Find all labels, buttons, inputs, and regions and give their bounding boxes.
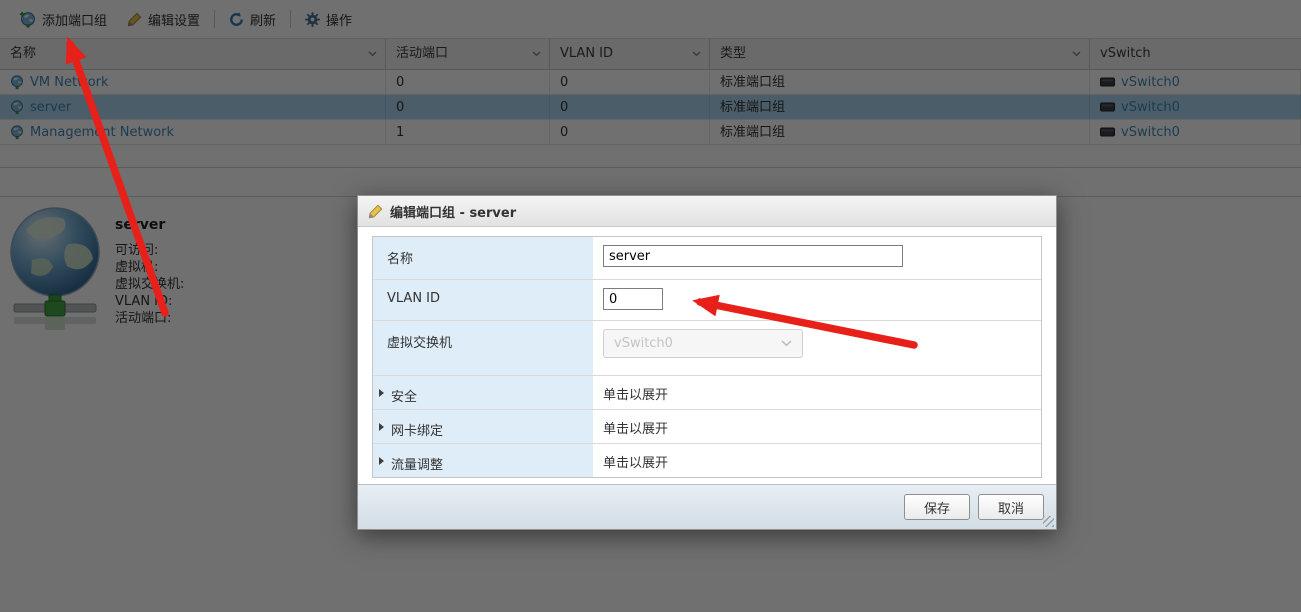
vswitch-field-row: 虚拟交换机 vSwitch0 (373, 321, 1041, 376)
edit-portgroup-dialog: 编辑端口组 - server 名称 VLAN ID 虚拟交换机 (357, 195, 1057, 530)
traffic-shaping-section-toggle[interactable]: 流量调整 (373, 444, 593, 477)
esxi-portgroups-page: 添加端口组 编辑设置 刷新 (0, 0, 1301, 612)
triangle-right-icon (379, 423, 384, 431)
section-label: 安全 (391, 386, 417, 405)
section-label: 流量调整 (391, 454, 443, 473)
name-field-row: 名称 (373, 237, 1041, 280)
chevron-down-icon (781, 340, 792, 347)
dialog-form: 名称 VLAN ID 虚拟交换机 vSwitch0 (372, 236, 1042, 478)
vswitch-field-label: 虚拟交换机 (373, 321, 593, 375)
triangle-right-icon (379, 389, 384, 397)
vlan-field-row: VLAN ID (373, 280, 1041, 321)
name-field-label: 名称 (373, 237, 593, 279)
pencil-icon (368, 204, 383, 219)
nic-teaming-expand-hint[interactable]: 单击以展开 (593, 410, 1041, 443)
save-button[interactable]: 保存 (904, 494, 970, 520)
vswitch-select-value: vSwitch0 (614, 336, 673, 351)
traffic-shaping-section-row: 流量调整 单击以展开 (373, 444, 1041, 477)
resize-grip[interactable] (1043, 516, 1054, 527)
vlan-field-label: VLAN ID (373, 280, 593, 320)
cancel-button[interactable]: 取消 (978, 494, 1044, 520)
security-section-toggle[interactable]: 安全 (373, 376, 593, 409)
nic-teaming-section-row: 网卡绑定 单击以展开 (373, 410, 1041, 444)
nic-teaming-section-toggle[interactable]: 网卡绑定 (373, 410, 593, 443)
vlan-id-input[interactable] (603, 288, 663, 310)
name-field-value (593, 237, 1041, 279)
security-expand-hint[interactable]: 单击以展开 (593, 376, 1041, 409)
security-section-row: 安全 单击以展开 (373, 376, 1041, 410)
dialog-body: 名称 VLAN ID 虚拟交换机 vSwitch0 (358, 227, 1056, 485)
vswitch-field-value: vSwitch0 (593, 321, 1041, 375)
dialog-titlebar[interactable]: 编辑端口组 - server (358, 196, 1056, 227)
section-label: 网卡绑定 (391, 420, 443, 439)
vlan-field-value (593, 280, 1041, 320)
name-input[interactable] (603, 245, 903, 267)
dialog-footer: 保存 取消 (358, 484, 1056, 529)
dialog-title: 编辑端口组 - server (390, 202, 516, 221)
traffic-shaping-expand-hint[interactable]: 单击以展开 (593, 444, 1041, 477)
vswitch-select: vSwitch0 (603, 329, 803, 358)
triangle-right-icon (379, 457, 384, 465)
